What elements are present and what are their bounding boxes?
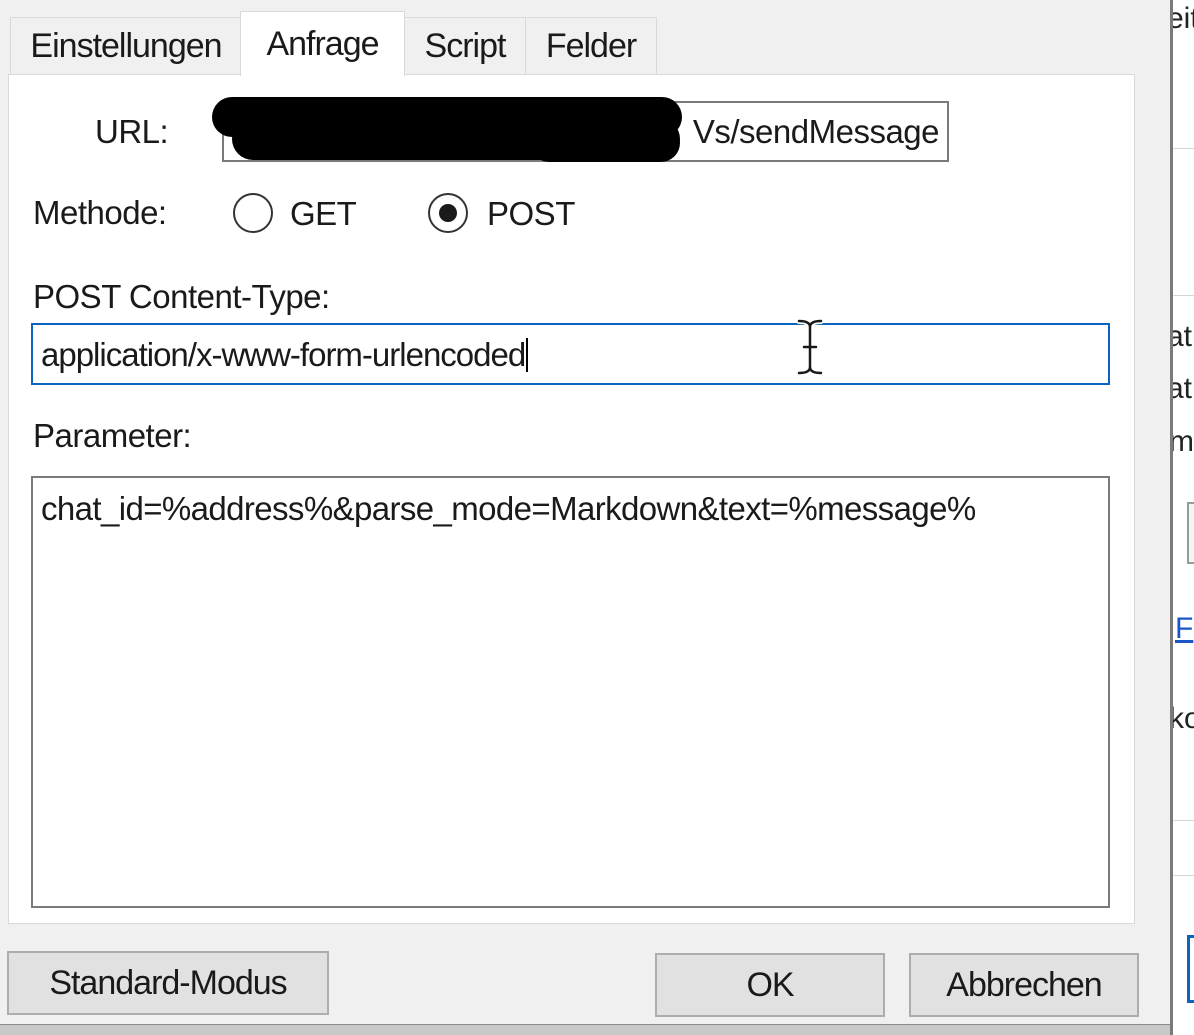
method-label: Methode: — [33, 194, 167, 231]
background-divider — [1173, 148, 1194, 149]
dialog-bottom-edge — [0, 1024, 1170, 1035]
radio-post-label[interactable]: POST — [487, 195, 575, 233]
background-button — [1187, 502, 1194, 564]
parameter-label: Parameter: — [33, 417, 192, 454]
background-text-fragment: ati — [1173, 320, 1194, 353]
content-type-label: POST Content-Type: — [33, 278, 330, 315]
tab-einstellungen[interactable]: Einstellungen — [10, 17, 242, 75]
url-label: URL: — [95, 113, 169, 150]
cancel-button[interactable]: Abbrechen — [909, 953, 1139, 1017]
tab-script[interactable]: Script — [403, 17, 527, 75]
background-window: eit ati ati m F ko — [1170, 0, 1194, 1035]
background-text-fragment: ati — [1173, 372, 1194, 405]
radio-selected-dot — [439, 204, 457, 222]
background-divider — [1173, 820, 1194, 821]
content-type-value-wrap: application/x-www-form-urlencoded — [41, 336, 529, 374]
parameter-value: chat_id=%address%&parse_mode=Markdown&te… — [41, 490, 976, 527]
url-value: Vs/sendMessage — [692, 113, 940, 150]
text-caret — [526, 338, 529, 372]
ok-button[interactable]: OK — [655, 953, 885, 1017]
parameter-textarea[interactable]: chat_id=%address%&parse_mode=Markdown&te… — [31, 476, 1110, 908]
background-text-fragment: eit — [1173, 2, 1194, 35]
tab-anfrage[interactable]: Anfrage — [240, 11, 405, 76]
background-text-fragment: m — [1170, 425, 1194, 458]
content-type-input[interactable]: application/x-www-form-urlencoded — [31, 323, 1110, 385]
content-type-value: application/x-www-form-urlencoded — [41, 336, 526, 373]
background-text-fragment: ko — [1170, 702, 1194, 735]
standard-mode-button[interactable]: Standard-Modus — [7, 951, 329, 1015]
background-divider — [1173, 875, 1194, 876]
url-input[interactable]: Vs/sendMessage — [222, 101, 949, 162]
radio-post[interactable] — [428, 193, 468, 233]
radio-get-label[interactable]: GET — [290, 195, 357, 233]
radio-get[interactable] — [233, 193, 273, 233]
tab-felder[interactable]: Felder — [525, 17, 657, 75]
background-default-button — [1187, 935, 1194, 1003]
ibeam-cursor-icon — [796, 318, 824, 376]
background-link-fragment: F — [1175, 612, 1194, 645]
background-divider — [1173, 295, 1194, 296]
